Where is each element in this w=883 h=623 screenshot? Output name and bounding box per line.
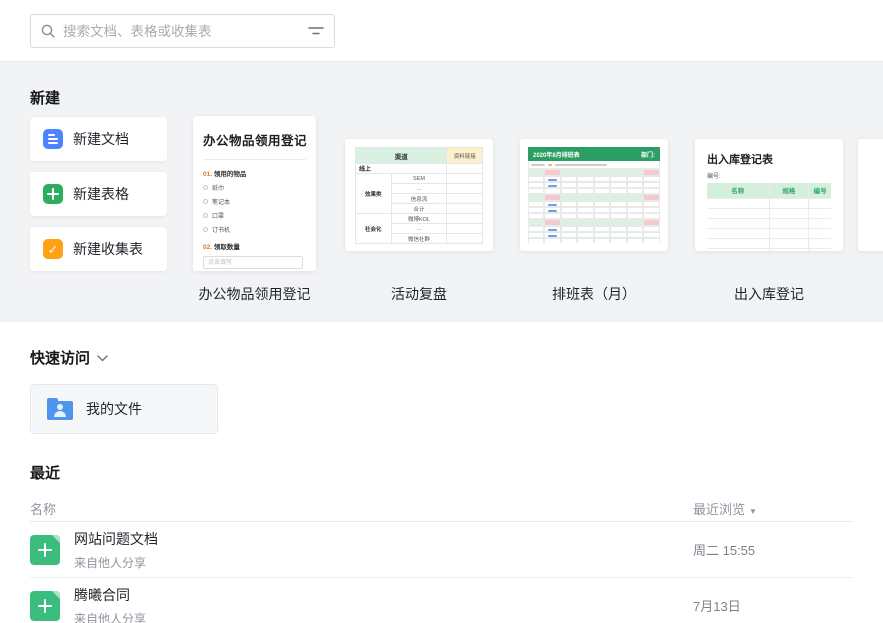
template-name[interactable]: 办公物品领用登记 bbox=[193, 284, 316, 304]
lower-area: 快速访问 我的文件 最近 名称 最近浏览▼ 网站问题文档 来自他人分享 周二 1… bbox=[0, 347, 883, 623]
radio-icon bbox=[203, 227, 208, 232]
preview-option: 口罩 bbox=[203, 211, 306, 220]
radio-icon bbox=[203, 213, 208, 218]
template-name[interactable]: 出入库登记 bbox=[695, 284, 843, 304]
recent-table-header: 名称 最近浏览▼ bbox=[30, 495, 853, 522]
file-title: 腾曦合同 bbox=[74, 585, 693, 605]
new-form-button[interactable]: ✓ 新建收集表 bbox=[30, 227, 167, 271]
top-bar bbox=[0, 0, 883, 62]
quick-access-title: 快速访问 bbox=[30, 347, 90, 368]
column-name: 名称 bbox=[30, 499, 693, 518]
preview-code-label: 编号: bbox=[707, 171, 831, 180]
preview-option: 订书机 bbox=[203, 225, 306, 234]
template-card-partial[interactable] bbox=[858, 139, 883, 251]
file-subtitle: 来自他人分享 bbox=[74, 554, 693, 571]
recent-title: 最近 bbox=[30, 462, 853, 483]
new-section: 新建 新建文档 新建表格 ✓ 新建收集表 办公物品领用登记 01. 领用的物品 … bbox=[0, 62, 883, 322]
doc-icon bbox=[43, 129, 63, 149]
preview-sheet-group bbox=[528, 219, 660, 243]
template-card-activity[interactable]: 渠道 资料链接 线上 效果类SEM … 信息流 合计 社会化微博KOL … 微信… bbox=[345, 139, 493, 251]
preview-input: 点击填写 bbox=[203, 256, 303, 269]
my-files-card[interactable]: 我的文件 bbox=[30, 384, 218, 434]
file-info: 腾曦合同 来自他人分享 bbox=[74, 585, 693, 623]
filter-icon[interactable] bbox=[308, 25, 324, 37]
file-title: 网站问题文档 bbox=[74, 529, 693, 549]
new-sheet-button[interactable]: 新建表格 bbox=[30, 172, 167, 216]
template-name[interactable]: 排班表（月） bbox=[520, 284, 668, 304]
preview-question-2: 02. 领取数量 bbox=[203, 241, 306, 251]
preview-sheet-group bbox=[528, 194, 660, 219]
folder-icon bbox=[47, 401, 73, 420]
preview-table: 渠道 资料链接 线上 效果类SEM … 信息流 合计 社会化微博KOL … 微信… bbox=[355, 147, 483, 244]
search-icon bbox=[41, 24, 55, 38]
template-card-supplies[interactable]: 办公物品领用登记 01. 领用的物品 纸巾 笔记本 口罩 订书机 02. 领取数… bbox=[193, 116, 316, 271]
preview-sheet: 2020年8月排班表 部门: bbox=[528, 147, 660, 243]
column-viewed-sort[interactable]: 最近浏览▼ bbox=[693, 499, 853, 518]
chevron-down-icon bbox=[97, 355, 108, 362]
radio-icon bbox=[203, 185, 208, 190]
file-time: 7月13日 bbox=[693, 596, 853, 615]
file-time: 周二 15:55 bbox=[693, 540, 853, 559]
sheet-file-icon bbox=[30, 591, 60, 621]
preview-option: 笔记本 bbox=[203, 197, 306, 206]
template-card-inout[interactable]: 出入库登记表 编号: 名称 规格 编号 bbox=[695, 139, 843, 251]
preview-sheet-group bbox=[528, 169, 660, 194]
new-doc-button[interactable]: 新建文档 bbox=[30, 117, 167, 161]
preview-option: 纸巾 bbox=[203, 183, 306, 192]
sheet-icon bbox=[43, 184, 63, 204]
preview-question-1: 01. 领用的物品 bbox=[203, 168, 306, 178]
new-section-title: 新建 bbox=[30, 87, 60, 108]
radio-icon bbox=[203, 199, 208, 204]
file-subtitle: 来自他人分享 bbox=[74, 610, 693, 623]
preview-title: 办公物品领用登记 bbox=[203, 130, 306, 149]
preview-sheet-subrow bbox=[528, 161, 660, 169]
sheet-file-icon bbox=[30, 535, 60, 565]
template-card-schedule[interactable]: 2020年8月排班表 部门: bbox=[520, 139, 668, 251]
preview-table: 名称 规格 编号 bbox=[707, 183, 831, 251]
new-doc-label: 新建文档 bbox=[73, 129, 129, 149]
recent-row[interactable]: 网站问题文档 来自他人分享 周二 15:55 bbox=[30, 522, 853, 578]
quick-access-toggle[interactable]: 快速访问 bbox=[30, 347, 853, 368]
file-info: 网站问题文档 来自他人分享 bbox=[74, 529, 693, 571]
new-sheet-label: 新建表格 bbox=[73, 184, 129, 204]
preview-title: 出入库登记表 bbox=[707, 151, 831, 167]
form-icon: ✓ bbox=[43, 239, 63, 259]
divider bbox=[203, 159, 306, 160]
template-name[interactable]: 活动复盘 bbox=[345, 284, 493, 304]
my-files-label: 我的文件 bbox=[86, 399, 142, 419]
search-box[interactable] bbox=[30, 14, 335, 48]
search-input[interactable] bbox=[63, 24, 308, 39]
sort-triangle-icon: ▼ bbox=[749, 507, 757, 516]
new-form-label: 新建收集表 bbox=[73, 239, 143, 259]
recent-row[interactable]: 腾曦合同 来自他人分享 7月13日 bbox=[30, 578, 853, 623]
